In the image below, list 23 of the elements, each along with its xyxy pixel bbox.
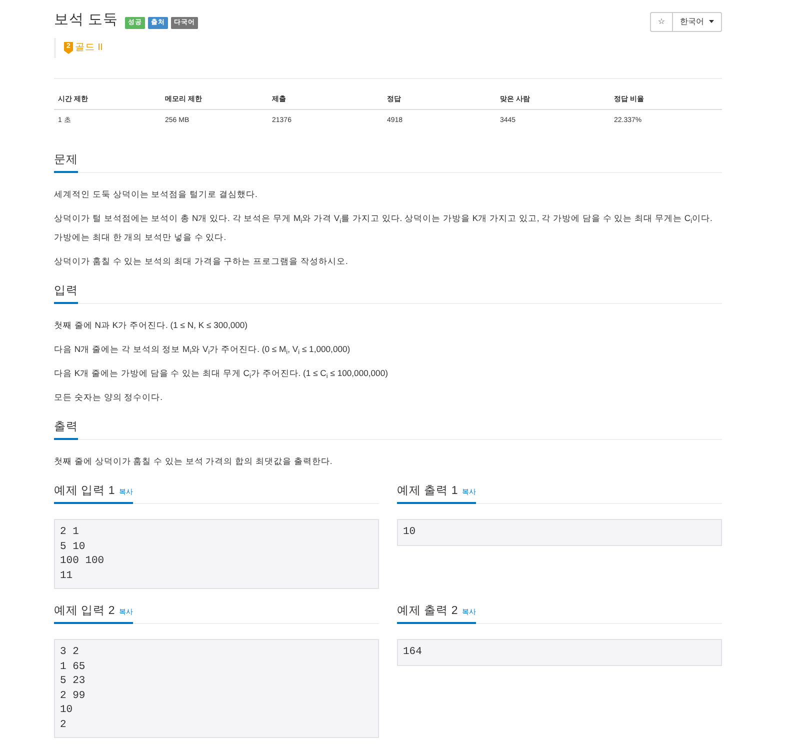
language-dropdown[interactable]: 한국어 — [672, 12, 722, 32]
example-heading: 예제 출력 2 — [397, 605, 458, 617]
problem-title: 보석 도둑 — [54, 11, 118, 30]
paragraph: 다음 N개 줄에는 각 보석의 정보 M$_{i}$와 V$_{i}$가 주어진다. (0 ≤ M$_{i}$, V$_{i}$ ≤ 1,000,000) — [54, 343, 352, 358]
paragraph: 첫째 줄에 N과 K가 주어진다. (1 ≤ N, K ≤ 300,000) — [54, 319, 249, 332]
sample-data: 3 2 1 65 5 23 2 99 10 2 — [54, 639, 379, 738]
paragraph: 다음 K개 줄에는 가방에 담을 수 있는 최대 무게 C$_{i}$가 주어진다. (1 ≤ C$_{i}$ ≤ 100,000,000) — [54, 367, 389, 382]
section-heading: 입력 — [54, 285, 78, 297]
paragraph: 모든 숫자는 양의 정수이다. — [54, 391, 164, 404]
sample-data: 2 1 5 10 100 100 11 — [54, 519, 379, 589]
example-heading: 예제 출력 1 — [397, 485, 458, 497]
example-heading: 예제 입력 1 — [54, 485, 115, 497]
star-button[interactable]: ☆ — [650, 12, 673, 32]
sample-data: 164 — [397, 639, 722, 666]
paragraph: 세계적인 도둑 상덕이는 보석점을 털기로 결심했다. — [54, 188, 258, 201]
paragraph: 상덕이가 털 보석점에는 보석이 총 N개 있다. 각 보석은 무게 M$_{i}$와 가격 V$_{i}$를 가지고 있다. 상덕이는 가방을 K개 가지고 있고, 각 가방에 담을 수 있는 최대 무게는 C$_{i}$이다. 가방에는 최대 한 개의 보석만 넣을 수 있다. — [54, 212, 714, 244]
section-heading: 출력 — [54, 421, 78, 433]
paragraph: 첫째 줄에 상덕이가 훔칠 수 있는 보석 가격의 합의 최댓값을 출력한다. — [54, 455, 334, 468]
section-heading: 문제 — [54, 154, 78, 166]
sample-data: 10 — [397, 519, 722, 546]
paragraph: 상덕이가 훔칠 수 있는 보석의 최대 가격을 구하는 프로그램을 작성하시오. — [54, 255, 349, 268]
caret-icon — [709, 20, 714, 24]
example-heading: 예제 입력 2 — [54, 605, 115, 617]
